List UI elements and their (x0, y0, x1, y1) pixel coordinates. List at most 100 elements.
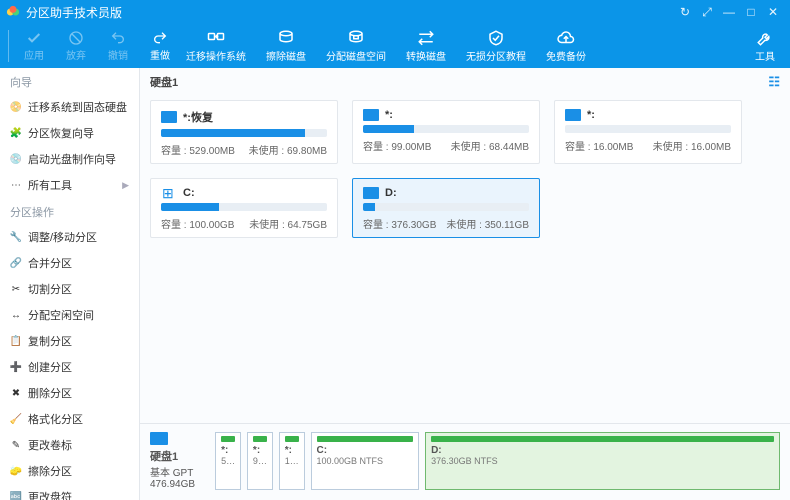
capacity-label: 容量 : 376.30GB (363, 216, 436, 231)
usage-bar (161, 129, 327, 137)
partition-card[interactable]: C:容量 : 100.00GB未使用 : 64.75GB (150, 178, 338, 238)
partition-card[interactable]: *:容量 : 99.00MB未使用 : 68.44MB (352, 100, 540, 164)
chevron-right-icon: ▶ (122, 180, 129, 191)
close-button[interactable]: ✕ (762, 5, 784, 19)
free-label: 未使用 : 68.44MB (451, 138, 529, 153)
toolbar-label: 撤销 (108, 47, 128, 62)
sidebar-item-icon: ⋯ (10, 179, 22, 191)
sidebar-item-label: 调整/移动分区 (28, 229, 97, 245)
app-logo-icon (6, 5, 20, 19)
sidebar-item[interactable]: ✂切割分区 (0, 276, 139, 302)
content-pane: 硬盘1 ☷ *:恢复容量 : 529.00MB未使用 : 69.80MB*:容量… (140, 68, 790, 500)
sidebar-item[interactable]: 🔧调整/移动分区 (0, 224, 139, 250)
segment-label: *: (285, 445, 299, 456)
disk-header: 硬盘1 ☷ (140, 68, 790, 94)
diskmap-segment[interactable]: *:52… (215, 432, 241, 490)
sidebar-item-icon: ✖ (10, 387, 22, 399)
drive-icon (363, 109, 379, 121)
disk-title: 硬盘1 (150, 74, 178, 90)
segment-sub: 376.30GB NTFS (431, 456, 774, 466)
segment-sub: 52… (221, 456, 235, 466)
sidebar-item[interactable]: ⋯ 所有工具 ▶ (0, 172, 139, 198)
sidebar-item-icon: 🔤 (10, 491, 22, 500)
partition-name: *: (587, 109, 595, 121)
sidebar-item[interactable]: 🧹 格式化分区 (0, 406, 139, 432)
title-bar: 分区助手技术员版 ↻ ⤢ — □ ✕ (0, 0, 790, 24)
partition-card[interactable]: *:容量 : 16.00MB未使用 : 16.00MB (554, 100, 742, 164)
toolbar-migrate-button[interactable]: 迁移操作系统 (181, 24, 251, 68)
disk-map: 硬盘1基本 GPT476.94GB*:52…*:99…*:16…C:100.00… (140, 423, 790, 500)
toolbar-label: 应用 (24, 47, 44, 62)
disk-icon (150, 432, 168, 445)
sidebar: 向导📀迁移系统到固态硬盘🧩分区恢复向导💿启动光盘制作向导⋯所有工具▶分区操作🔧调… (0, 68, 140, 500)
sidebar-item-icon: ➕ (10, 361, 22, 373)
free-label: 未使用 : 69.80MB (249, 142, 327, 157)
partition-name: *:恢复 (183, 109, 213, 125)
free-label: 未使用 : 64.75GB (249, 216, 327, 231)
sidebar-item[interactable]: 🧽 擦除分区 (0, 458, 139, 484)
diskmap-segment[interactable]: C:100.00GB NTFS (311, 432, 420, 490)
segment-color-bar (431, 436, 774, 442)
sidebar-item-label: 更改卷标 (28, 437, 72, 453)
sidebar-item-label: 所有工具 (28, 177, 72, 193)
tools-button[interactable]: 工具 (744, 24, 786, 68)
toolbar-wipe-button[interactable]: 擦除磁盘 (251, 24, 321, 68)
toolbar-lossless-button[interactable]: 无损分区教程 (461, 24, 531, 68)
sidebar-item-label: 迁移系统到固态硬盘 (28, 99, 127, 115)
sidebar-item-label: 合并分区 (28, 255, 72, 271)
toolbar-convert-button[interactable]: 转换磁盘 (391, 24, 461, 68)
sidebar-item-icon: ✂ (10, 283, 22, 295)
drive-icon (565, 109, 581, 121)
toolbar-label: 放弃 (66, 47, 86, 62)
toolbar-backup-button[interactable]: 免费备份 (531, 24, 601, 68)
diskmap-head: 硬盘1基本 GPT476.94GB (150, 432, 209, 490)
sidebar-item-label: 格式化分区 (28, 411, 83, 427)
sidebar-item[interactable]: ✖ 删除分区 (0, 380, 139, 406)
partition-card[interactable]: D: 容量 : 376.30GB 未使用 : 350.11GB (352, 178, 540, 238)
partition-card[interactable]: *:恢复容量 : 529.00MB 未使用 : 69.80MB (150, 100, 338, 164)
sidebar-item-icon: 🧽 (10, 465, 22, 477)
toolbar-alloc-button[interactable]: 分配磁盘空间 (321, 24, 391, 68)
main-area: 向导📀迁移系统到固态硬盘🧩分区恢复向导💿启动光盘制作向导⋯所有工具▶分区操作🔧调… (0, 68, 790, 500)
diskmap-segment[interactable]: D:376.30GB NTFS (425, 432, 780, 490)
sidebar-item[interactable]: ✎更改卷标 (0, 432, 139, 458)
diskmap-segment[interactable]: *:16… (279, 432, 305, 490)
tools-label: 工具 (755, 48, 775, 63)
sidebar-item[interactable]: ➕创建分区 (0, 354, 139, 380)
sidebar-item-icon: 💿 (10, 153, 22, 165)
usage-bar (161, 203, 327, 211)
segment-sub: 100.00GB NTFS (317, 456, 414, 466)
sidebar-item-label: 分区恢复向导 (28, 125, 94, 141)
capacity-label: 容量 : 100.00GB (161, 216, 234, 231)
minimize-button[interactable]: — (718, 5, 740, 19)
sidebar-item[interactable]: 🧩分区恢复向导 (0, 120, 139, 146)
drive-icon (161, 111, 177, 123)
sidebar-item[interactable]: 📋复制分区 (0, 328, 139, 354)
main-toolbar: 应用 放弃 撤销 重做 迁移操作系统擦除磁盘分配磁盘空间转换磁盘无损分区教程免费备份 工… (0, 24, 790, 68)
maximize-button[interactable]: □ (740, 5, 762, 19)
toolbar-label: 迁移操作系统 (186, 48, 246, 63)
sidebar-item[interactable]: ↔分配空闲空间 (0, 302, 139, 328)
sidebar-item-label: 删除分区 (28, 385, 72, 401)
restore-button[interactable]: ⤢ (696, 5, 718, 20)
refresh-button[interactable]: ↻ (674, 5, 696, 19)
capacity-label: 容量 : 529.00MB (161, 142, 235, 157)
toolbar-redo-button[interactable]: 重做 (139, 24, 181, 68)
partition-name: D: (385, 187, 397, 199)
sidebar-item[interactable]: 🔗合并分区 (0, 250, 139, 276)
segment-label: *: (221, 445, 235, 456)
toolbar-label: 重做 (150, 47, 170, 62)
sidebar-item[interactable]: 💿启动光盘制作向导 (0, 146, 139, 172)
diskmap-segment[interactable]: *:99… (247, 432, 273, 490)
free-label: 未使用 : 350.11GB (446, 216, 529, 231)
drive-icon (161, 187, 177, 199)
sidebar-item-icon: 📋 (10, 335, 22, 347)
view-toggle-icon[interactable]: ☷ (768, 74, 780, 90)
sidebar-item[interactable]: 🔤更改盘符 (0, 484, 139, 500)
segment-label: C: (317, 445, 414, 456)
segment-color-bar (221, 436, 235, 442)
sidebar-item[interactable]: 📀迁移系统到固态硬盘 (0, 94, 139, 120)
sidebar-item-label: 擦除分区 (28, 463, 72, 479)
sidebar-item-icon: 🧹 (10, 413, 22, 425)
usage-bar (363, 203, 529, 211)
